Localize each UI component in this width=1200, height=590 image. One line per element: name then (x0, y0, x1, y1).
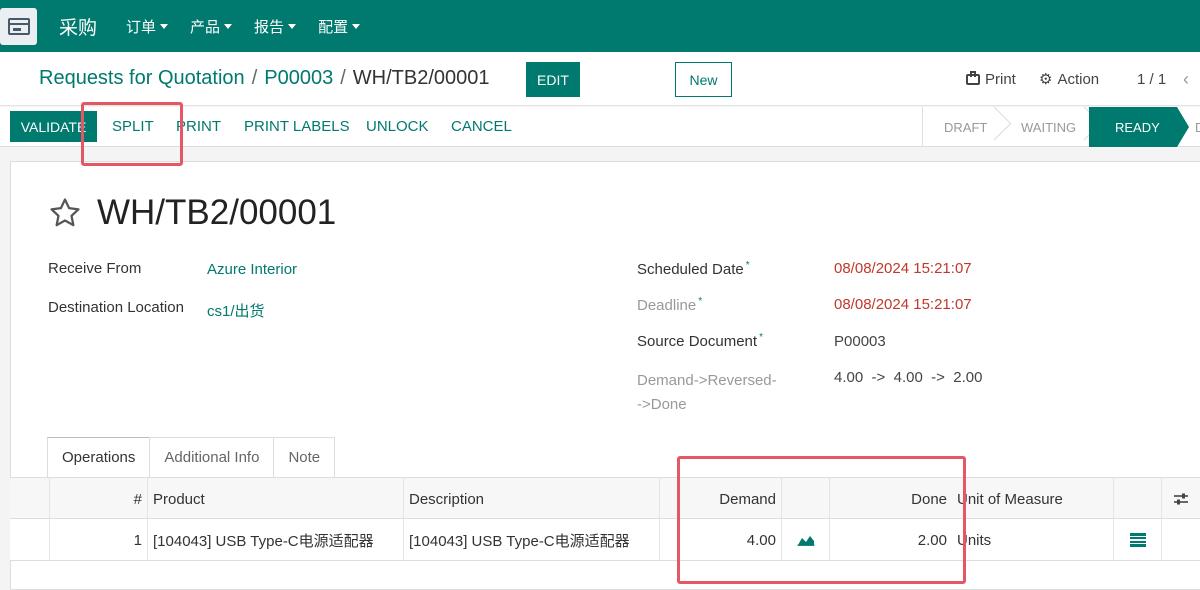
top-navbar: 采购 订单 产品 报告 配置 (0, 0, 1200, 52)
gear-icon: ⚙ (1039, 71, 1053, 88)
star-icon[interactable] (48, 196, 82, 230)
uom-header[interactable]: Unit of Measure (952, 478, 1114, 520)
printer-icon (966, 71, 980, 85)
demand-flow-label: Demand->Reversed- ->Done (637, 372, 777, 413)
menu-products[interactable]: 产品 (190, 16, 233, 37)
record-title: WH/TB2/00001 (97, 193, 337, 232)
breadcrumb-separator: / (251, 67, 258, 89)
notebook-tabs: Operations Additional Info Note (47, 437, 336, 477)
table-header: # Product Description Demand Done Unit o… (10, 477, 1200, 520)
description-header[interactable]: Description (404, 478, 660, 520)
validate-button[interactable]: VALIDATE (10, 111, 97, 142)
unlock-button[interactable]: UNLOCK (366, 118, 429, 135)
menu-configuration[interactable]: 配置 (318, 16, 361, 37)
required-mark: * (745, 260, 750, 271)
destination-location-value[interactable]: cs1/出货 (207, 300, 265, 321)
cancel-button[interactable]: CANCEL (451, 118, 512, 135)
caret-down-icon (288, 23, 297, 29)
caret-down-icon (224, 23, 233, 29)
done-header[interactable]: Done (830, 478, 952, 520)
product-header[interactable]: Product (148, 478, 404, 520)
split-button[interactable]: SPLIT (112, 118, 154, 135)
row-handle (10, 519, 50, 561)
chevron-left-icon[interactable]: ‹ (1183, 69, 1189, 90)
tab-additional-info[interactable]: Additional Info (149, 437, 275, 477)
print-button[interactable]: PRINT (176, 118, 221, 135)
menu-orders[interactable]: 订单 (126, 16, 169, 37)
breadcrumb-order[interactable]: P00003 (264, 67, 333, 90)
control-panel: Requests for Quotation / P00003 / WH/TB2… (0, 52, 1200, 106)
print-dropdown[interactable]: Print (966, 71, 1016, 88)
forecast-button[interactable] (782, 519, 830, 561)
optional-columns-toggle[interactable] (1162, 478, 1200, 520)
new-button[interactable]: New (675, 62, 732, 97)
destination-location-label: Destination Location (48, 299, 184, 316)
list-icon (1129, 533, 1146, 547)
row-uom[interactable]: Units (952, 519, 1114, 561)
forecast-header (782, 478, 830, 520)
breadcrumb-separator: / (340, 67, 346, 89)
source-document-label: Source Document * (637, 332, 763, 350)
print-labels-button[interactable]: PRINT LABELS (244, 118, 350, 135)
stage-ready[interactable]: READY (1089, 107, 1189, 147)
app-brand[interactable]: 采购 (59, 13, 97, 40)
row-index: 1 (50, 519, 148, 561)
stage-done[interactable]: D (1177, 107, 1200, 147)
operations-table: # Product Description Demand Done Unit o… (10, 477, 1200, 561)
row-handle-header (10, 478, 50, 520)
apps-icon[interactable] (0, 7, 37, 45)
required-mark: * (698, 296, 703, 307)
deadline-label: Deadline * (637, 296, 703, 314)
receive-from-value[interactable]: Azure Interior (207, 261, 297, 278)
sliders-icon (1174, 493, 1188, 505)
breadcrumb: Requests for Quotation / P00003 / WH/TB2… (39, 67, 490, 90)
pager-value[interactable]: 1 / 1 (1137, 71, 1166, 88)
status-bar: VALIDATE SPLIT PRINT PRINT LABELS UNLOCK… (0, 107, 1200, 147)
demand-flow-value: 4.00 -> 4.00 -> 2.00 (834, 369, 983, 386)
deadline-value[interactable]: 08/08/2024 15:21:07 (834, 296, 972, 313)
edit-button[interactable]: EDIT (526, 62, 580, 97)
row-product[interactable]: [104043] USB Type-C电源适配器 (148, 519, 404, 561)
table-row[interactable]: 1 [104043] USB Type-C电源适配器 [104043] USB … (10, 519, 1200, 561)
stage-waiting[interactable]: WAITING (999, 107, 1089, 147)
required-mark: * (759, 332, 763, 343)
scheduled-date-value[interactable]: 08/08/2024 15:21:07 (834, 260, 972, 277)
caret-down-icon (352, 23, 361, 29)
row-trailing-cell (1162, 519, 1200, 561)
tab-operations[interactable]: Operations (47, 437, 151, 477)
area-chart-icon (797, 536, 814, 546)
caret-down-icon (160, 23, 169, 29)
row-demand[interactable]: 4.00 (660, 519, 782, 561)
demand-header[interactable]: Demand (660, 478, 782, 520)
action-dropdown[interactable]: ⚙ Action (1039, 71, 1099, 88)
receive-from-label: Receive From (48, 260, 142, 277)
breadcrumb-rfq[interactable]: Requests for Quotation (39, 67, 245, 90)
stage-pipeline: DRAFT WAITING READY D (922, 107, 1200, 147)
stage-draft[interactable]: DRAFT (923, 107, 999, 147)
scheduled-date-label: Scheduled Date * (637, 260, 750, 278)
detail-header (1114, 478, 1162, 520)
index-header: # (50, 478, 148, 520)
detail-operations-button[interactable] (1114, 519, 1162, 561)
breadcrumb-current: WH/TB2/00001 (352, 67, 490, 89)
row-description[interactable]: [104043] USB Type-C电源适配器 (404, 519, 660, 561)
source-document-value[interactable]: P00003 (834, 333, 886, 350)
row-done[interactable]: 2.00 (830, 519, 952, 561)
tab-note[interactable]: Note (273, 437, 336, 477)
menu-reports[interactable]: 报告 (254, 16, 297, 37)
